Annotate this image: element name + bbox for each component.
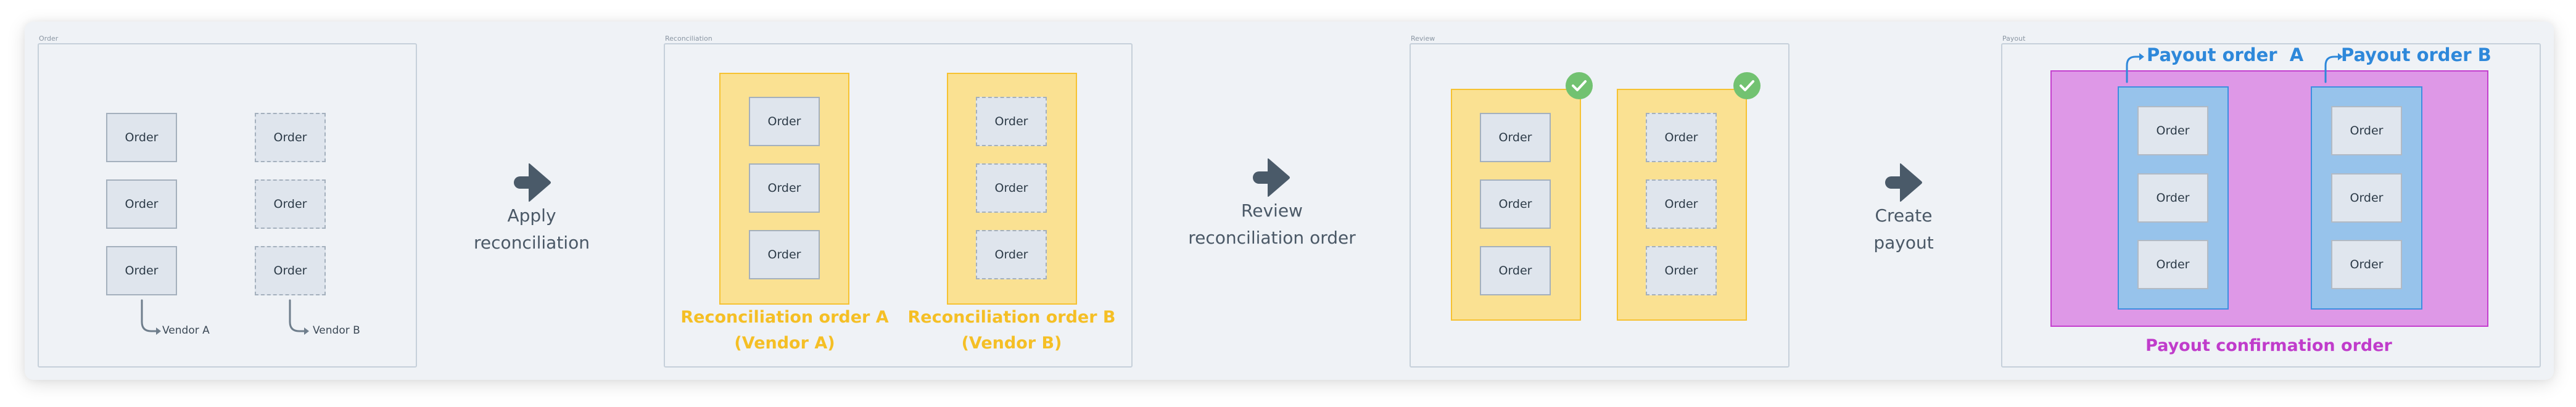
order-label: Order: [125, 197, 159, 211]
arrow-right-icon: [1253, 158, 1290, 197]
order-label: Order: [2350, 258, 2384, 271]
order-box: Order: [2331, 106, 2402, 155]
vendor-a-label: Vendor A: [162, 324, 210, 337]
label-title: Reconciliation order A: [680, 308, 889, 327]
step-line: reconciliation: [474, 232, 590, 253]
label-title: Reconciliation order B: [907, 308, 1116, 327]
order-label: Order: [767, 248, 801, 261]
label-subtitle: (Vendor B): [961, 334, 1062, 353]
order-label: Order: [1498, 131, 1532, 144]
approved-check-icon: [1566, 72, 1593, 99]
payout-order-b-title: Payout order B: [2341, 44, 2491, 65]
step-line: Review: [1241, 200, 1303, 221]
order-label: Order: [125, 131, 159, 144]
arrow-right-icon: [514, 163, 551, 202]
order-box: Order: [2137, 173, 2208, 223]
order-box: Order: [2331, 240, 2402, 289]
order-box: Order: [749, 163, 820, 213]
order-box: Order: [2137, 240, 2208, 289]
order-label: Order: [994, 248, 1028, 261]
arrow-right-icon: [1885, 163, 1922, 202]
order-box: Order: [106, 179, 177, 229]
order-box: Order: [2331, 173, 2402, 223]
step-apply-reconciliation: Apply reconciliation: [474, 202, 590, 257]
payout-confirmation-label: Payout confirmation order: [2145, 336, 2392, 355]
vendor-a-connector-icon: [141, 299, 161, 335]
order-label: Order: [1664, 197, 1698, 211]
order-label: Order: [767, 181, 801, 195]
order-box: Order: [976, 230, 1047, 279]
vendor-b-connector-icon: [289, 299, 309, 335]
order-label: Order: [1498, 197, 1532, 211]
order-box: Order: [1646, 246, 1717, 295]
order-box: Order: [255, 179, 326, 229]
order-label: Order: [1664, 131, 1698, 144]
order-label: Order: [1664, 264, 1698, 278]
order-label: Order: [994, 181, 1028, 195]
approved-check-icon: [1733, 72, 1761, 99]
reconciliation-order-a-label: Reconciliation order A (Vendor A): [680, 305, 888, 356]
panel-label: Review: [1411, 35, 1435, 43]
order-label: Order: [2350, 191, 2384, 205]
step-review-reconciliation-order: Review reconciliation order: [1188, 197, 1355, 252]
panel-label: Reconciliation: [665, 35, 712, 43]
step-create-payout: Create payout: [1873, 202, 1933, 257]
payout-a-connector-icon: [2126, 53, 2144, 83]
order-label: Order: [994, 115, 1028, 128]
panel-label: Order: [39, 35, 59, 43]
step-line: Apply: [507, 205, 556, 226]
step-line: reconciliation order: [1188, 228, 1356, 248]
order-label: Order: [2156, 258, 2190, 271]
label-subtitle: (Vendor A): [734, 334, 835, 353]
order-panel: Order: [38, 35, 417, 368]
order-box: Order: [976, 163, 1047, 213]
order-label: Order: [125, 264, 159, 278]
order-label: Order: [767, 115, 801, 128]
order-label: Order: [2156, 191, 2190, 205]
order-box: Order: [1480, 113, 1551, 162]
step-line: payout: [1873, 232, 1934, 253]
vendor-b-label: Vendor B: [313, 324, 360, 337]
order-label: Order: [273, 264, 307, 278]
payout-confirmation-order: [2050, 70, 2488, 327]
order-box: Order: [749, 97, 820, 146]
order-box: Order: [1480, 179, 1551, 229]
order-label: Order: [2350, 124, 2384, 138]
reconciliation-order-b-label: Reconciliation order B (Vendor B): [908, 305, 1116, 356]
payout-order-a-title: Payout order A: [2147, 44, 2304, 65]
order-box: Order: [255, 113, 326, 162]
order-box: Order: [106, 113, 177, 162]
order-box: Order: [976, 97, 1047, 146]
order-label: Order: [2156, 124, 2190, 138]
panel-label: Payout: [2002, 35, 2026, 43]
order-box: Order: [1480, 246, 1551, 295]
order-box: Order: [1646, 179, 1717, 229]
order-label: Order: [1498, 264, 1532, 278]
order-box: Order: [255, 246, 326, 295]
order-box: Order: [749, 230, 820, 279]
order-box: Order: [2137, 106, 2208, 155]
order-label: Order: [273, 197, 307, 211]
order-label: Order: [273, 131, 307, 144]
step-line: Create: [1875, 205, 1933, 226]
order-box: Order: [1646, 113, 1717, 162]
order-box: Order: [106, 246, 177, 295]
